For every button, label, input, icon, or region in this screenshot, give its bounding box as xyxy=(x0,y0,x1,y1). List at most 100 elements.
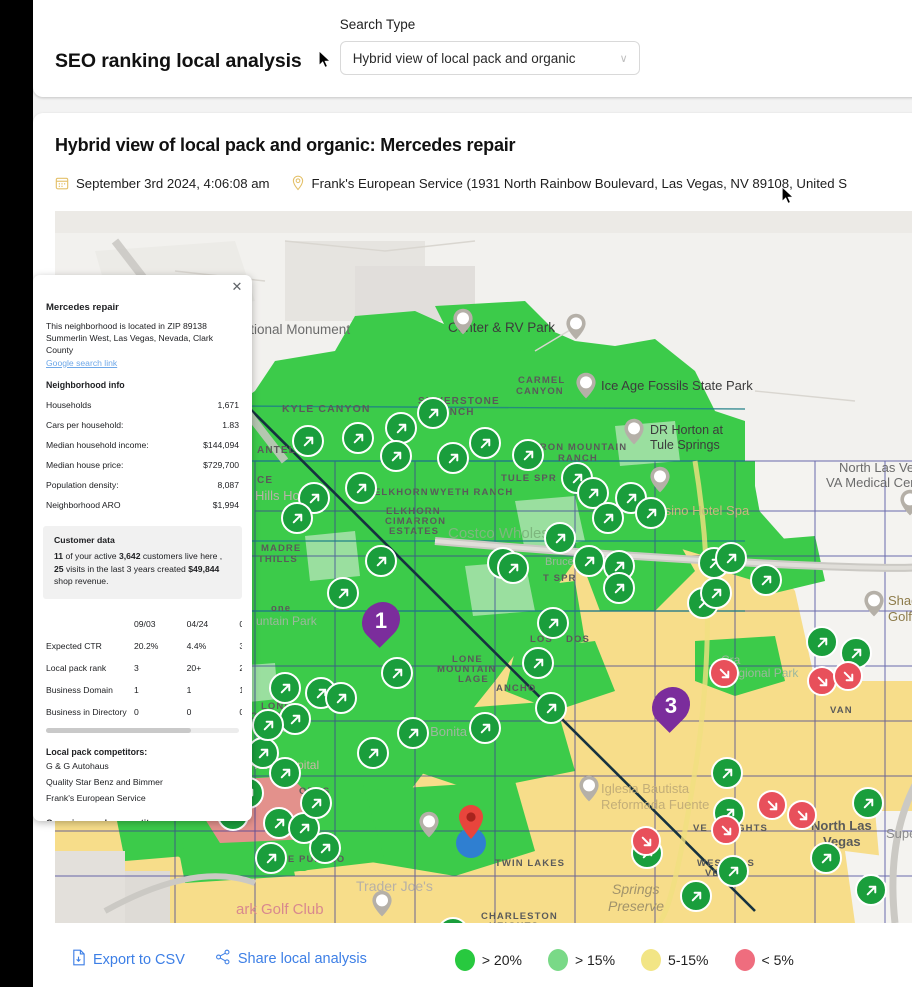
organic-competitors-header: Organic search competitors: xyxy=(46,818,239,821)
ranking-up-marker[interactable] xyxy=(573,545,605,577)
generic-poi-icon[interactable] xyxy=(418,811,440,843)
ranking-up-marker[interactable] xyxy=(635,497,667,529)
hospital-poi-icon[interactable] xyxy=(899,489,912,521)
location-pin-icon xyxy=(291,175,305,191)
metrics-row-label: Business Domain xyxy=(46,685,113,696)
ranking-down-marker[interactable] xyxy=(787,800,817,830)
neighborhood-popup[interactable]: ✕ Mercedes repair This neighborhood is l… xyxy=(33,275,252,821)
export-csv-button[interactable]: Export to CSV xyxy=(71,949,185,970)
info-row-value: 1.83 xyxy=(222,419,239,430)
google-search-link[interactable]: Google search link xyxy=(46,358,239,368)
park-center-poi-icon[interactable] xyxy=(452,308,474,340)
ranking-up-marker[interactable] xyxy=(603,572,635,604)
park-poi-icon[interactable] xyxy=(575,372,597,404)
ranking-up-marker[interactable] xyxy=(342,422,374,454)
store-poi-icon[interactable] xyxy=(371,890,393,922)
ranking-up-marker[interactable] xyxy=(469,712,501,744)
ranking-up-marker[interactable] xyxy=(252,709,284,741)
ranking-up-marker[interactable] xyxy=(397,717,429,749)
chevron-down-icon: ∨ xyxy=(619,52,628,65)
ranking-up-marker[interactable] xyxy=(380,440,412,472)
church-poi-icon[interactable] xyxy=(578,775,600,807)
ranking-up-marker[interactable] xyxy=(292,425,324,457)
metrics-row-value: 20.2% xyxy=(134,641,159,652)
legend-item: > 20% xyxy=(454,949,522,971)
ranking-up-marker[interactable] xyxy=(535,692,567,724)
ranking-up-marker[interactable] xyxy=(810,842,842,874)
legend-label: > 15% xyxy=(574,952,616,968)
share-analysis-label: Share local analysis xyxy=(237,951,367,967)
ranking-up-marker[interactable] xyxy=(469,427,501,459)
rank-pin-3[interactable]: 3 xyxy=(644,679,698,733)
info-row-value: 8,087 xyxy=(217,479,239,490)
search-type-value: Hybrid view of local pack and organic xyxy=(352,50,576,66)
popup-desc-line1: This neighborhood is located in ZIP 8913… xyxy=(46,321,207,331)
share-icon xyxy=(215,949,231,969)
ranking-down-marker[interactable] xyxy=(631,826,661,856)
search-type-select[interactable]: Hybrid view of local pack and organic ∨ xyxy=(339,41,640,75)
ranking-up-marker[interactable] xyxy=(522,647,554,679)
development-poi-icon[interactable] xyxy=(623,418,645,450)
ranking-down-marker[interactable] xyxy=(757,790,787,820)
metrics-table-scrollbar[interactable] xyxy=(46,728,239,734)
ranking-up-marker[interactable] xyxy=(680,880,712,912)
calendar-icon xyxy=(55,176,69,190)
ranking-up-marker[interactable] xyxy=(700,577,732,609)
ranking-down-marker[interactable] xyxy=(709,658,739,688)
ranking-up-marker[interactable] xyxy=(855,874,887,906)
ranking-down-marker[interactable] xyxy=(711,815,741,845)
ranking-up-marker[interactable] xyxy=(325,682,357,714)
ranking-up-marker[interactable] xyxy=(269,757,301,789)
ranking-up-marker[interactable] xyxy=(357,737,389,769)
ranking-up-marker[interactable] xyxy=(544,522,576,554)
ranking-up-marker[interactable] xyxy=(512,439,544,471)
rank-pin-1[interactable]: 1 xyxy=(354,594,408,648)
ranking-up-marker[interactable] xyxy=(381,657,413,689)
ranking-up-marker[interactable] xyxy=(711,757,743,789)
ranking-up-marker[interactable] xyxy=(281,502,313,534)
ranking-up-marker[interactable] xyxy=(327,577,359,609)
transit-poi-icon[interactable] xyxy=(649,466,671,498)
neighborhood-info-row: Population density: 8,087 xyxy=(46,480,239,490)
popup-desc-line2: Summerlin West, Las Vegas, Nevada, Clark… xyxy=(46,333,214,356)
ranking-up-marker[interactable] xyxy=(497,552,529,584)
ranking-up-marker[interactable] xyxy=(437,917,469,923)
ranking-up-marker[interactable] xyxy=(852,787,884,819)
page-title: SEO ranking local analysis xyxy=(55,50,302,72)
ranking-up-marker[interactable] xyxy=(269,672,301,704)
metrics-table-row: Expected CTR 20.2% 4.4% 3 xyxy=(46,635,242,657)
ranking-up-marker[interactable] xyxy=(537,607,569,639)
metrics-row-value: 2 xyxy=(239,663,242,674)
file-download-icon xyxy=(71,949,86,970)
scrollbar-thumb[interactable] xyxy=(46,728,191,734)
metrics-row-value: 20+ xyxy=(186,663,202,674)
ranking-up-marker[interactable] xyxy=(255,842,287,874)
ranking-up-marker[interactable] xyxy=(365,545,397,577)
share-analysis-button[interactable]: Share local analysis xyxy=(215,949,367,969)
metrics-row-label: Local pack rank xyxy=(46,663,107,674)
customer-text-4: shop revenue. xyxy=(54,576,109,587)
ranking-up-marker[interactable] xyxy=(300,787,332,819)
metrics-row-value: 0 xyxy=(186,707,192,718)
header-card: SEO ranking local analysis Search Type H… xyxy=(33,0,912,97)
rv-park-poi-icon[interactable] xyxy=(565,313,587,345)
ranking-up-marker[interactable] xyxy=(717,855,749,887)
golf-poi-icon[interactable] xyxy=(863,590,885,622)
ranking-up-marker[interactable] xyxy=(750,564,782,596)
ranking-up-marker[interactable] xyxy=(806,626,838,658)
neighborhood-info-list: Households 1,671 Cars per household: 1.83 Me… xyxy=(46,400,239,510)
business-location-marker[interactable] xyxy=(449,803,493,864)
competitors-section: Local pack competitors: G & G Autohaus Qu… xyxy=(33,747,252,821)
local-pack-competitor: Frank's European Service xyxy=(46,792,146,803)
report-meta: September 3rd 2024, 4:06:08 am Frank's E… xyxy=(55,175,847,191)
ranking-up-marker[interactable] xyxy=(417,397,449,429)
close-icon[interactable]: ✕ xyxy=(230,280,244,294)
ranking-up-marker[interactable] xyxy=(345,472,377,504)
ranking-up-marker[interactable] xyxy=(437,442,469,474)
ranking-up-marker[interactable] xyxy=(715,542,747,574)
ranking-down-marker[interactable] xyxy=(833,661,863,691)
metrics-row-label: Expected CTR xyxy=(46,641,102,652)
metrics-table-wrap: 09/03 04/24 0 Expected CTR 20.2% 4.4% 3 Local … xyxy=(33,613,252,723)
legend-label: > 20% xyxy=(481,952,522,968)
metrics-table-header-row: 09/03 04/24 0 xyxy=(46,613,242,635)
